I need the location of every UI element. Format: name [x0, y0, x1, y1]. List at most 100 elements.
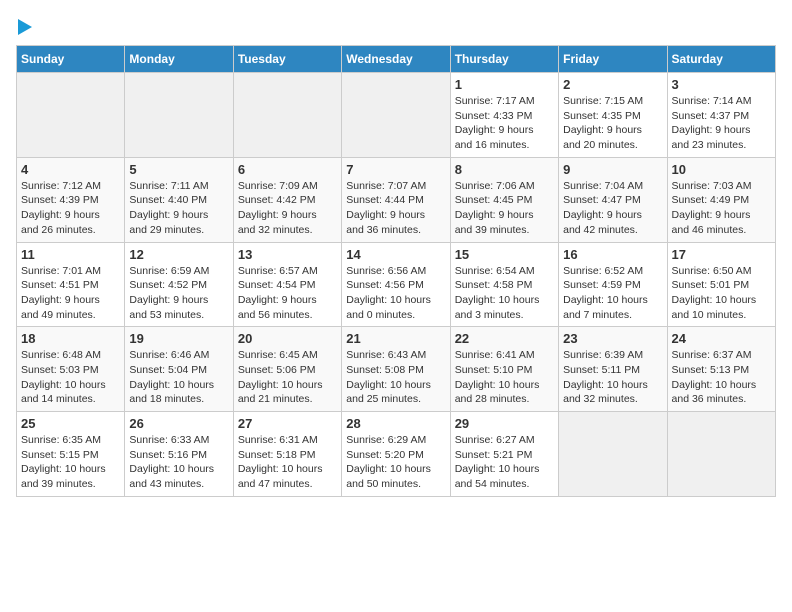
calendar-table: SundayMondayTuesdayWednesdayThursdayFrid…	[16, 45, 776, 497]
calendar-cell	[233, 73, 341, 158]
day-info: Sunrise: 6:52 AM Sunset: 4:59 PM Dayligh…	[563, 264, 662, 323]
day-info: Sunrise: 6:57 AM Sunset: 4:54 PM Dayligh…	[238, 264, 337, 323]
calendar-cell: 29 Sunrise: 6:27 AM Sunset: 5:21 PM Dayli…	[450, 412, 558, 497]
day-number: 9	[563, 162, 662, 177]
calendar-cell: 18 Sunrise: 6:48 AM Sunset: 5:03 PM Dayli…	[17, 327, 125, 412]
calendar-cell: 17Sunrise: 6:50 AM Sunset: 5:01 PM Dayli…	[667, 242, 775, 327]
day-number: 22	[455, 331, 554, 346]
calendar-week-2: 4 Sunrise: 7:12 AM Sunset: 4:39 PM Daylig…	[17, 157, 776, 242]
calendar-cell	[125, 73, 233, 158]
calendar-cell: 13 Sunrise: 6:57 AM Sunset: 4:54 PM Dayli…	[233, 242, 341, 327]
calendar-cell: 28Sunrise: 6:29 AM Sunset: 5:20 PM Dayli…	[342, 412, 450, 497]
calendar-cell: 8 Sunrise: 7:06 AM Sunset: 4:45 PM Daylig…	[450, 157, 558, 242]
header-sunday: Sunday	[17, 46, 125, 73]
day-info: Sunrise: 7:12 AM Sunset: 4:39 PM Dayligh…	[21, 179, 120, 238]
calendar-cell	[559, 412, 667, 497]
calendar-week-4: 18 Sunrise: 6:48 AM Sunset: 5:03 PM Dayli…	[17, 327, 776, 412]
calendar-cell: 26 Sunrise: 6:33 AM Sunset: 5:16 PM Dayli…	[125, 412, 233, 497]
day-info: Sunrise: 7:09 AM Sunset: 4:42 PM Dayligh…	[238, 179, 337, 238]
day-number: 21	[346, 331, 445, 346]
header-friday: Friday	[559, 46, 667, 73]
day-info: Sunrise: 7:03 AM Sunset: 4:49 PM Dayligh…	[672, 179, 771, 238]
logo-arrow-icon	[18, 19, 32, 35]
day-number: 27	[238, 416, 337, 431]
day-info: Sunrise: 6:37 AM Sunset: 5:13 PM Dayligh…	[672, 348, 771, 407]
day-info: Sunrise: 6:48 AM Sunset: 5:03 PM Dayligh…	[21, 348, 120, 407]
calendar-cell: 16 Sunrise: 6:52 AM Sunset: 4:59 PM Dayli…	[559, 242, 667, 327]
day-number: 3	[672, 77, 771, 92]
day-info: Sunrise: 6:59 AM Sunset: 4:52 PM Dayligh…	[129, 264, 228, 323]
day-number: 20	[238, 331, 337, 346]
header-saturday: Saturday	[667, 46, 775, 73]
day-number: 19	[129, 331, 228, 346]
day-number: 25	[21, 416, 120, 431]
calendar-cell: 4 Sunrise: 7:12 AM Sunset: 4:39 PM Daylig…	[17, 157, 125, 242]
day-info: Sunrise: 7:04 AM Sunset: 4:47 PM Dayligh…	[563, 179, 662, 238]
day-info: Sunrise: 7:17 AM Sunset: 4:33 PM Dayligh…	[455, 94, 554, 153]
day-number: 16	[563, 247, 662, 262]
logo-general	[16, 16, 32, 37]
calendar-cell: 24 Sunrise: 6:37 AM Sunset: 5:13 PM Dayli…	[667, 327, 775, 412]
calendar-week-5: 25 Sunrise: 6:35 AM Sunset: 5:15 PM Dayli…	[17, 412, 776, 497]
calendar-week-3: 11 Sunrise: 7:01 AM Sunset: 4:51 PM Dayli…	[17, 242, 776, 327]
day-number: 4	[21, 162, 120, 177]
calendar-cell: 23 Sunrise: 6:39 AM Sunset: 5:11 PM Dayli…	[559, 327, 667, 412]
calendar-cell: 15 Sunrise: 6:54 AM Sunset: 4:58 PM Dayli…	[450, 242, 558, 327]
day-info: Sunrise: 6:35 AM Sunset: 5:15 PM Dayligh…	[21, 433, 120, 492]
day-number: 26	[129, 416, 228, 431]
calendar-cell: 1 Sunrise: 7:17 AM Sunset: 4:33 PM Daylig…	[450, 73, 558, 158]
day-number: 5	[129, 162, 228, 177]
calendar-cell: 12Sunrise: 6:59 AM Sunset: 4:52 PM Dayli…	[125, 242, 233, 327]
header-wednesday: Wednesday	[342, 46, 450, 73]
day-info: Sunrise: 7:01 AM Sunset: 4:51 PM Dayligh…	[21, 264, 120, 323]
header-monday: Monday	[125, 46, 233, 73]
day-info: Sunrise: 7:07 AM Sunset: 4:44 PM Dayligh…	[346, 179, 445, 238]
header-tuesday: Tuesday	[233, 46, 341, 73]
calendar-cell: 27Sunrise: 6:31 AM Sunset: 5:18 PM Dayli…	[233, 412, 341, 497]
calendar-cell: 25 Sunrise: 6:35 AM Sunset: 5:15 PM Dayli…	[17, 412, 125, 497]
calendar-cell	[17, 73, 125, 158]
day-info: Sunrise: 7:14 AM Sunset: 4:37 PM Dayligh…	[672, 94, 771, 153]
day-number: 23	[563, 331, 662, 346]
day-info: Sunrise: 6:29 AM Sunset: 5:20 PM Dayligh…	[346, 433, 445, 492]
day-info: Sunrise: 6:43 AM Sunset: 5:08 PM Dayligh…	[346, 348, 445, 407]
calendar-cell: 7Sunrise: 7:07 AM Sunset: 4:44 PM Daylig…	[342, 157, 450, 242]
day-info: Sunrise: 6:33 AM Sunset: 5:16 PM Dayligh…	[129, 433, 228, 492]
day-info: Sunrise: 6:39 AM Sunset: 5:11 PM Dayligh…	[563, 348, 662, 407]
day-number: 6	[238, 162, 337, 177]
calendar-cell: 19 Sunrise: 6:46 AM Sunset: 5:04 PM Dayli…	[125, 327, 233, 412]
day-number: 10	[672, 162, 771, 177]
day-info: Sunrise: 7:11 AM Sunset: 4:40 PM Dayligh…	[129, 179, 228, 238]
day-info: Sunrise: 7:15 AM Sunset: 4:35 PM Dayligh…	[563, 94, 662, 153]
day-info: Sunrise: 6:46 AM Sunset: 5:04 PM Dayligh…	[129, 348, 228, 407]
day-info: Sunrise: 6:45 AM Sunset: 5:06 PM Dayligh…	[238, 348, 337, 407]
day-info: Sunrise: 6:56 AM Sunset: 4:56 PM Dayligh…	[346, 264, 445, 323]
calendar-cell: 10 Sunrise: 7:03 AM Sunset: 4:49 PM Dayli…	[667, 157, 775, 242]
calendar-cell: 11 Sunrise: 7:01 AM Sunset: 4:51 PM Dayli…	[17, 242, 125, 327]
day-info: Sunrise: 6:27 AM Sunset: 5:21 PM Dayligh…	[455, 433, 554, 492]
day-number: 8	[455, 162, 554, 177]
page-header	[16, 16, 776, 37]
day-number: 14	[346, 247, 445, 262]
calendar-cell: 3 Sunrise: 7:14 AM Sunset: 4:37 PM Daylig…	[667, 73, 775, 158]
day-number: 15	[455, 247, 554, 262]
day-number: 29	[455, 416, 554, 431]
day-number: 1	[455, 77, 554, 92]
day-number: 17	[672, 247, 771, 262]
calendar-header-row: SundayMondayTuesdayWednesdayThursdayFrid…	[17, 46, 776, 73]
day-number: 11	[21, 247, 120, 262]
calendar-cell	[667, 412, 775, 497]
day-number: 13	[238, 247, 337, 262]
day-number: 18	[21, 331, 120, 346]
header-thursday: Thursday	[450, 46, 558, 73]
calendar-cell: 6 Sunrise: 7:09 AM Sunset: 4:42 PM Daylig…	[233, 157, 341, 242]
logo	[16, 16, 32, 37]
calendar-cell: 9 Sunrise: 7:04 AM Sunset: 4:47 PM Daylig…	[559, 157, 667, 242]
day-info: Sunrise: 7:06 AM Sunset: 4:45 PM Dayligh…	[455, 179, 554, 238]
day-info: Sunrise: 6:54 AM Sunset: 4:58 PM Dayligh…	[455, 264, 554, 323]
day-number: 24	[672, 331, 771, 346]
calendar-cell: 5 Sunrise: 7:11 AM Sunset: 4:40 PM Daylig…	[125, 157, 233, 242]
calendar-cell: 2Sunrise: 7:15 AM Sunset: 4:35 PM Daylig…	[559, 73, 667, 158]
calendar-cell: 20 Sunrise: 6:45 AM Sunset: 5:06 PM Dayli…	[233, 327, 341, 412]
calendar-cell: 21 Sunrise: 6:43 AM Sunset: 5:08 PM Dayli…	[342, 327, 450, 412]
